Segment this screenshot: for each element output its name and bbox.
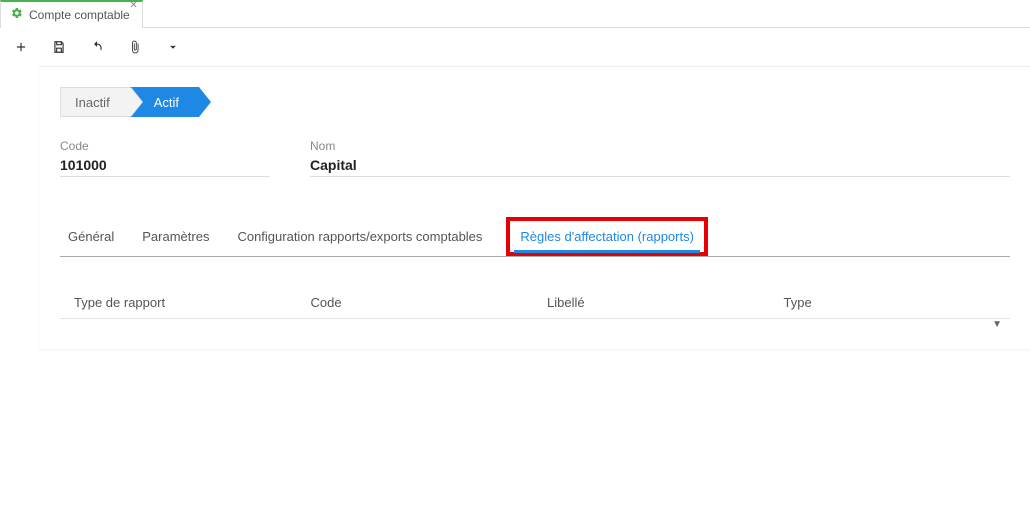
toolbar	[0, 28, 1030, 66]
rules-table: Type de rapport Code Libellé Type ▼	[60, 287, 1010, 319]
col-libelle[interactable]: Libellé	[537, 295, 774, 310]
undo-icon[interactable]	[90, 40, 104, 54]
subtab-row: Général Paramètres Configuration rapport…	[60, 217, 1010, 257]
status-inactif-label: Inactif	[75, 95, 110, 110]
chevron-down-icon[interactable]: ▼	[992, 319, 1002, 330]
col-code[interactable]: Code	[301, 295, 538, 310]
tab-regles[interactable]: Règles d'affectation (rapports)	[514, 225, 700, 248]
highlight-annotation: Règles d'affectation (rapports)	[506, 217, 708, 256]
col-type[interactable]: Type	[774, 295, 1011, 310]
table-header: Type de rapport Code Libellé Type ▼	[60, 287, 1010, 319]
nom-label: Nom	[310, 139, 1010, 153]
record-card: Inactif Actif Code 101000 Nom Capital Gé…	[40, 66, 1030, 349]
close-icon[interactable]: ✕	[129, 0, 137, 11]
dropdown-caret-icon[interactable]	[166, 40, 180, 54]
nom-value[interactable]: Capital	[310, 155, 1010, 177]
save-icon[interactable]	[52, 40, 66, 54]
code-label: Code	[60, 139, 270, 153]
window-tab-title: Compte comptable	[29, 8, 130, 22]
col-type-rapport[interactable]: Type de rapport	[60, 295, 301, 310]
status-bar: Inactif Actif	[60, 87, 1010, 117]
tab-general[interactable]: Général	[64, 221, 118, 252]
add-button[interactable]	[14, 40, 28, 54]
status-actif-label: Actif	[154, 95, 179, 110]
nom-field: Nom Capital	[310, 139, 1010, 177]
attach-icon[interactable]	[128, 40, 142, 54]
window-tab[interactable]: Compte comptable ✕	[0, 0, 143, 28]
gear-icon	[11, 7, 23, 22]
code-field: Code 101000	[60, 139, 270, 177]
code-value[interactable]: 101000	[60, 155, 270, 177]
status-inactif[interactable]: Inactif	[60, 87, 130, 117]
window-tab-bar: Compte comptable ✕	[0, 0, 1030, 28]
tab-config[interactable]: Configuration rapports/exports comptable…	[233, 221, 486, 252]
tab-parametres[interactable]: Paramètres	[138, 221, 213, 252]
